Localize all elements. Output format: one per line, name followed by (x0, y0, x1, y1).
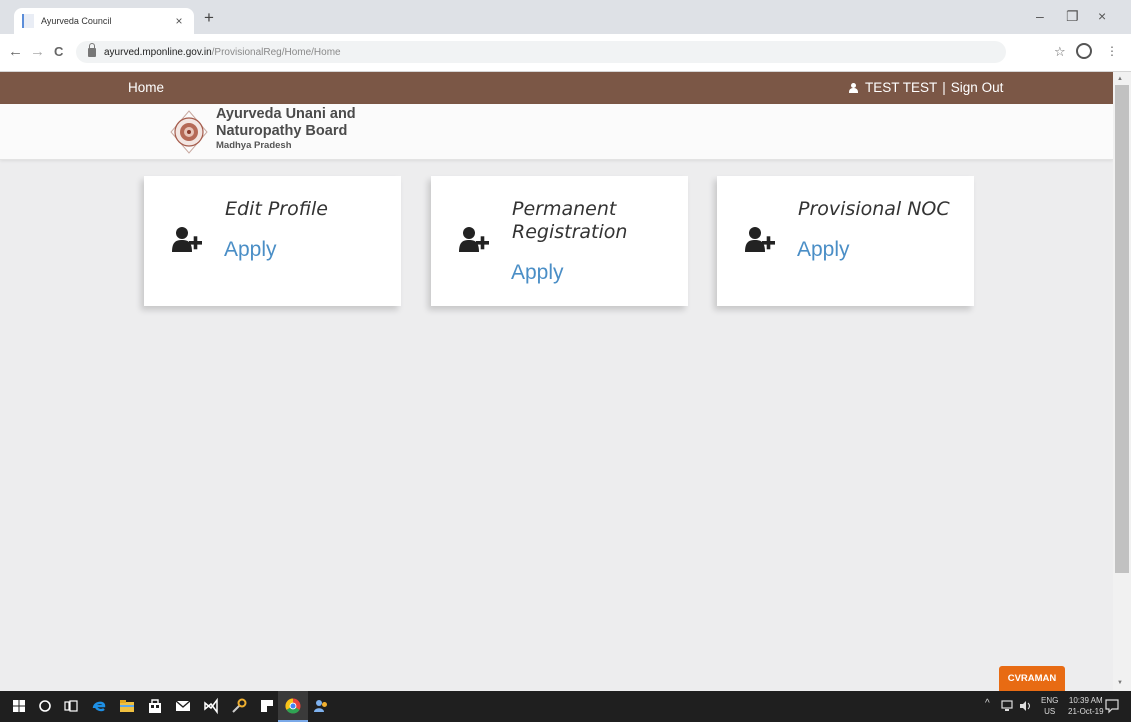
card-title: Provisional NOC (798, 198, 968, 221)
browser-tab[interactable]: Ayurveda Council × (14, 8, 194, 34)
org-name-line2: Naturopathy Board (216, 123, 348, 139)
browser-menu-icon[interactable]: ⋮ (1106, 44, 1118, 58)
browser-address-bar: ← → C ayurved.mponline.gov.in/Provisiona… (0, 34, 1131, 72)
page-favicon-icon (22, 14, 34, 28)
user-icon (849, 83, 858, 93)
cvraman-badge[interactable]: CVRAMAN (999, 666, 1065, 691)
system-clock[interactable]: 10:39 AM 21-Oct-19 (1068, 695, 1104, 717)
language-code: ENG (1041, 696, 1059, 705)
browser-tab-bar: Ayurveda Council × + – ❐ × (0, 0, 1131, 34)
card-title-line1: Provisional NOC (798, 198, 950, 220)
chrome-icon[interactable] (284, 697, 302, 715)
reload-button[interactable]: C (54, 43, 63, 61)
user-name: TEST TEST (865, 80, 938, 95)
mail-icon[interactable] (174, 697, 192, 715)
clock-time: 10:39 AM (1068, 696, 1103, 705)
card-title-line1: Edit Profile (225, 198, 328, 220)
card-provisional-noc: Provisional NOC Apply (717, 176, 974, 306)
edit-profile-apply-link[interactable]: Apply (224, 238, 277, 262)
scroll-down-arrow-icon[interactable]: ▼ (1117, 680, 1123, 686)
card-title: Edit Profile (225, 198, 395, 221)
card-title: Permanent Registration (512, 198, 682, 244)
store-icon[interactable] (146, 697, 164, 715)
tab-title: Ayurveda Council (41, 16, 112, 26)
file-explorer-icon[interactable] (118, 697, 136, 715)
windows-start-icon[interactable] (10, 697, 28, 715)
top-nav-bar: Home TEST TEST | Sign Out (0, 72, 1113, 104)
add-user-icon (459, 227, 489, 252)
volume-icon[interactable] (1018, 699, 1034, 713)
sticky-notes-icon[interactable] (258, 697, 276, 715)
page-viewport: Home TEST TEST | Sign Out Ayurveda Unani a… (0, 72, 1113, 691)
sign-out-link[interactable]: Sign Out (951, 80, 1004, 95)
card-permanent-registration: Permanent Registration Apply (431, 176, 688, 306)
url-path: /ProvisionalReg/Home/Home (211, 46, 341, 58)
scroll-up-arrow-icon[interactable]: ▲ (1117, 76, 1123, 82)
clock-date: 21-Oct-19 (1068, 707, 1104, 716)
organization-name: Ayurveda Unani and Naturopathy Board Mad… (216, 106, 356, 152)
org-state: Madhya Pradesh (216, 140, 292, 151)
add-user-icon (745, 227, 775, 252)
close-window-button[interactable]: × (1098, 8, 1106, 24)
provisional-noc-apply-link[interactable]: Apply (797, 238, 850, 262)
site-header: Ayurveda Unani and Naturopathy Board Mad… (0, 104, 1113, 160)
url-input[interactable]: ayurved.mponline.gov.in/ProvisionalReg/H… (76, 41, 1006, 63)
minimize-button[interactable]: – (1036, 8, 1044, 24)
lock-icon (88, 42, 96, 57)
visual-studio-icon[interactable] (202, 697, 220, 715)
user-menu: TEST TEST | Sign Out (849, 80, 1003, 95)
new-tab-button[interactable]: + (204, 9, 214, 27)
account-icon[interactable] (1076, 43, 1092, 59)
card-title-line2: Registration (512, 221, 628, 243)
back-button[interactable]: ← (8, 43, 23, 61)
add-user-icon (172, 227, 202, 252)
task-view-icon[interactable] (62, 697, 80, 715)
windows-taskbar: ^ ENG US 10:39 AM 21-Oct-19 (0, 691, 1131, 722)
forward-button[interactable]: → (30, 43, 45, 61)
org-name-line1: Ayurveda Unani and (216, 106, 356, 122)
permanent-registration-apply-link[interactable]: Apply (511, 261, 564, 285)
input-language-indicator[interactable]: ENG US (1041, 695, 1058, 717)
tray-overflow-chevron-icon[interactable]: ^ (985, 698, 990, 709)
restore-button[interactable]: ❐ (1066, 8, 1079, 25)
notification-center-icon[interactable] (1104, 698, 1120, 714)
bookmark-star-icon[interactable]: ☆ (1054, 44, 1066, 60)
url-host: ayurved.mponline.gov.in (104, 46, 212, 58)
search-icon[interactable] (36, 697, 54, 715)
network-icon[interactable] (1000, 699, 1014, 713)
tools-icon[interactable] (230, 697, 248, 715)
edge-browser-icon[interactable] (90, 697, 108, 715)
card-edit-profile: Edit Profile Apply (144, 176, 401, 306)
tab-close-icon[interactable]: × (172, 14, 186, 28)
people-app-icon[interactable] (312, 697, 330, 715)
page-scrollbar-thumb[interactable] (1115, 85, 1129, 573)
nav-separator: | (942, 80, 946, 95)
nav-home-link[interactable]: Home (128, 80, 164, 95)
card-title-line1: Permanent (512, 198, 617, 220)
board-logo-icon (170, 110, 208, 154)
region-code: US (1044, 707, 1056, 716)
